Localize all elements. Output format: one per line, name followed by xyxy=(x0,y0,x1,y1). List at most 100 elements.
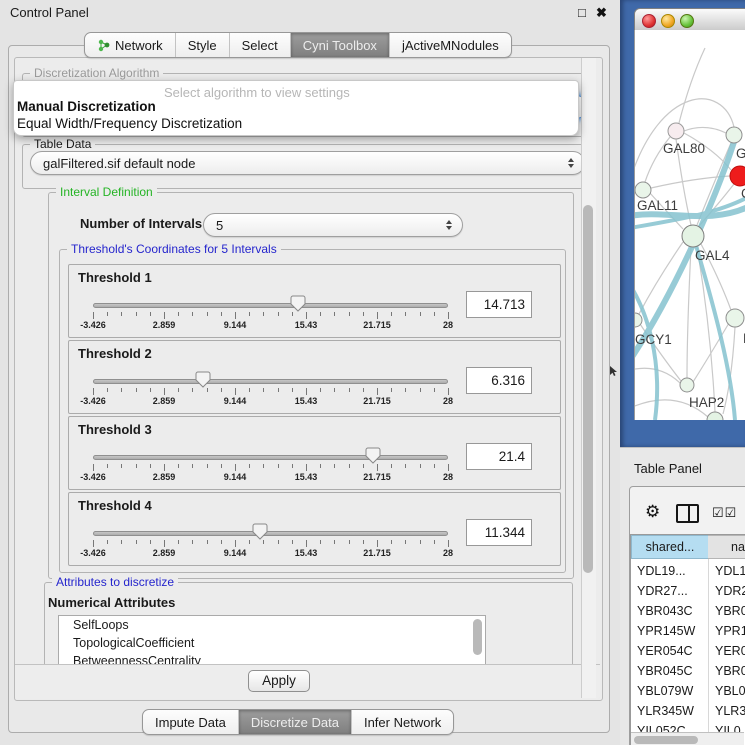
screen: Control Panel □ ✖ NetworkStyleSelectCyni… xyxy=(0,0,745,745)
slider-tick-labels: -3.4262.8599.14415.4321.71528 xyxy=(93,472,449,484)
threshold-box: Threshold 3 -3.4262.8599.14415.4321.7152… xyxy=(68,416,561,490)
tab-select[interactable]: Select xyxy=(230,33,291,57)
network-node-red-node[interactable] xyxy=(730,166,745,186)
intervals-count-label: Number of Intervals xyxy=(80,216,202,231)
network-window-titlebar[interactable] xyxy=(634,8,745,32)
gear-icon[interactable]: ⚙ xyxy=(645,502,660,522)
mouse-cursor xyxy=(610,366,618,377)
combo-spinner-icon xyxy=(446,220,452,230)
table-row[interactable]: YPR145W YPR1 xyxy=(631,621,745,641)
network-node-label: GAL80 xyxy=(663,141,705,156)
tab-label: Select xyxy=(242,38,278,53)
table-row[interactable]: YDR27... YDR2 xyxy=(631,581,745,601)
algorithm-group-label: Discretization Algorithm xyxy=(30,66,163,81)
attribute-list-item[interactable]: TopologicalCoefficient xyxy=(59,634,485,652)
cell-shared-name: YPR145W xyxy=(637,621,695,641)
checkbox-icon[interactable]: ☑☑ xyxy=(712,505,737,521)
cell-shared-name: YDR27... xyxy=(637,581,688,601)
attributes-list-scrollbar[interactable] xyxy=(473,619,482,655)
table-row[interactable]: YBR043CYBR0 xyxy=(631,601,745,621)
close-traffic-light-icon[interactable] xyxy=(642,14,656,28)
zoom-traffic-light-icon[interactable] xyxy=(680,14,694,28)
table-column-header[interactable]: na xyxy=(708,535,745,559)
network-node-GAL4[interactable] xyxy=(682,225,704,247)
slider-track[interactable] xyxy=(93,379,448,384)
tab-cyni-toolbox[interactable]: Cyni Toolbox xyxy=(291,33,390,57)
network-node-label: C xyxy=(741,186,745,201)
table-row[interactable]: YBL079W YBL0 xyxy=(631,681,745,701)
slider-tick-labels: -3.4262.8599.14415.4321.71528 xyxy=(93,320,449,332)
table-row[interactable]: YBR045CYBR0 xyxy=(631,661,745,681)
table-data-combobox[interactable]: galFiltered.sif default node xyxy=(30,151,585,175)
network-node-label: GCY1 xyxy=(635,332,672,347)
threshold-coords-group: Threshold's Coordinates for 5 Intervals … xyxy=(59,249,566,573)
cell-name: YDL1 xyxy=(715,561,745,581)
network-node[interactable] xyxy=(726,127,742,143)
network-node-GAL11[interactable] xyxy=(635,182,651,198)
columns-icon[interactable] xyxy=(676,504,699,523)
table-row[interactable]: YLR345WYLR3 xyxy=(631,701,745,721)
tab-label: Style xyxy=(188,38,217,53)
table-row[interactable]: YDL19...YDL1 xyxy=(631,561,745,581)
slider-track[interactable] xyxy=(93,455,448,460)
tab-label: Network xyxy=(115,38,163,53)
tab-impute-data[interactable]: Impute Data xyxy=(143,710,239,734)
threshold-value-field[interactable]: 11.344 xyxy=(466,519,532,546)
slider-track[interactable] xyxy=(93,531,448,536)
settings-scrollbar-thumb[interactable] xyxy=(583,205,593,573)
cell-name: YPR1 xyxy=(715,621,745,641)
cell-shared-name: YBR045C xyxy=(637,661,693,681)
slider-track[interactable] xyxy=(93,303,448,308)
threshold-value-field[interactable]: 21.4 xyxy=(466,443,532,470)
apply-button[interactable]: Apply xyxy=(248,670,310,692)
interval-definition-group: Interval Definition Number of Intervals … xyxy=(48,192,574,579)
node-table[interactable]: shared...na YDL19...YDL1YDR27...YDR2YBR0… xyxy=(630,534,745,745)
table-row[interactable]: YER054CYER0 xyxy=(631,641,745,661)
algorithm-popup: Select algorithm to view settings Manual… xyxy=(13,80,579,136)
network-node-HAP2[interactable] xyxy=(680,378,694,392)
network-node[interactable] xyxy=(707,412,723,420)
minimize-traffic-light-icon[interactable] xyxy=(661,14,675,28)
table-column-header[interactable]: shared... xyxy=(631,535,709,559)
slider-ticks xyxy=(93,464,449,472)
threshold-box: Threshold 4 -3.4262.8599.14415.4321.7152… xyxy=(68,492,561,566)
tab-network[interactable]: Network xyxy=(85,33,176,57)
slider-thumb[interactable] xyxy=(195,371,211,388)
network-canvas[interactable]: GAL80GACGAL11GAL4HGCY1HAP2 xyxy=(634,30,745,420)
network-node-GAL80[interactable] xyxy=(668,123,684,139)
float-window-icon[interactable]: □ xyxy=(578,5,586,20)
attribute-list-item[interactable]: SelfLoops xyxy=(59,616,485,634)
network-node[interactable] xyxy=(726,309,744,327)
algorithm-option[interactable]: Manual Discretization xyxy=(17,99,156,114)
threshold-value-field[interactable]: 14.713 xyxy=(466,291,532,318)
tab-label: Impute Data xyxy=(155,715,226,730)
cell-name: YDR2 xyxy=(715,581,745,601)
table-data-group-label: Table Data xyxy=(30,137,95,152)
intervals-count-combobox[interactable]: 5 xyxy=(203,213,463,237)
threshold-label: Threshold 3 xyxy=(78,422,152,437)
slider-tick-labels: -3.4262.8599.14415.4321.71528 xyxy=(93,548,449,560)
network-node-label: GAL11 xyxy=(637,198,678,213)
threshold-label: Threshold 4 xyxy=(78,498,152,513)
interval-group-label: Interval Definition xyxy=(56,185,157,200)
tab-jactivemnodules[interactable]: jActiveMNodules xyxy=(390,33,511,57)
algorithm-option[interactable]: Equal Width/Frequency Discretization xyxy=(17,116,242,131)
cell-name: YBL0 xyxy=(715,681,745,701)
cell-shared-name: YBR043C xyxy=(637,601,693,621)
threshold-coords-label: Threshold's Coordinates for 5 Intervals xyxy=(67,242,281,257)
threshold-value-field[interactable]: 6.316 xyxy=(466,367,532,394)
close-panel-icon[interactable]: ✖ xyxy=(596,5,607,21)
slider-thumb[interactable] xyxy=(290,295,306,312)
tab-style[interactable]: Style xyxy=(176,33,230,57)
threshold-box: Threshold 1 -3.4262.8599.14415.4321.7152… xyxy=(68,264,561,338)
slider-thumb[interactable] xyxy=(252,523,268,540)
threshold-box: Threshold 2 -3.4262.8599.14415.4321.7152… xyxy=(68,340,561,414)
slider-thumb[interactable] xyxy=(365,447,381,464)
tab-label: Discretize Data xyxy=(251,715,339,730)
tab-infer-network[interactable]: Infer Network xyxy=(352,710,453,734)
cell-name: YLR3 xyxy=(715,701,745,721)
tab-discretize-data[interactable]: Discretize Data xyxy=(239,710,352,734)
cell-shared-name: YBL079W xyxy=(637,681,693,701)
table-h-scrollbar[interactable] xyxy=(631,732,744,745)
numerical-attributes-list[interactable]: SelfLoopsTopologicalCoefficientBetweenne… xyxy=(58,615,486,669)
